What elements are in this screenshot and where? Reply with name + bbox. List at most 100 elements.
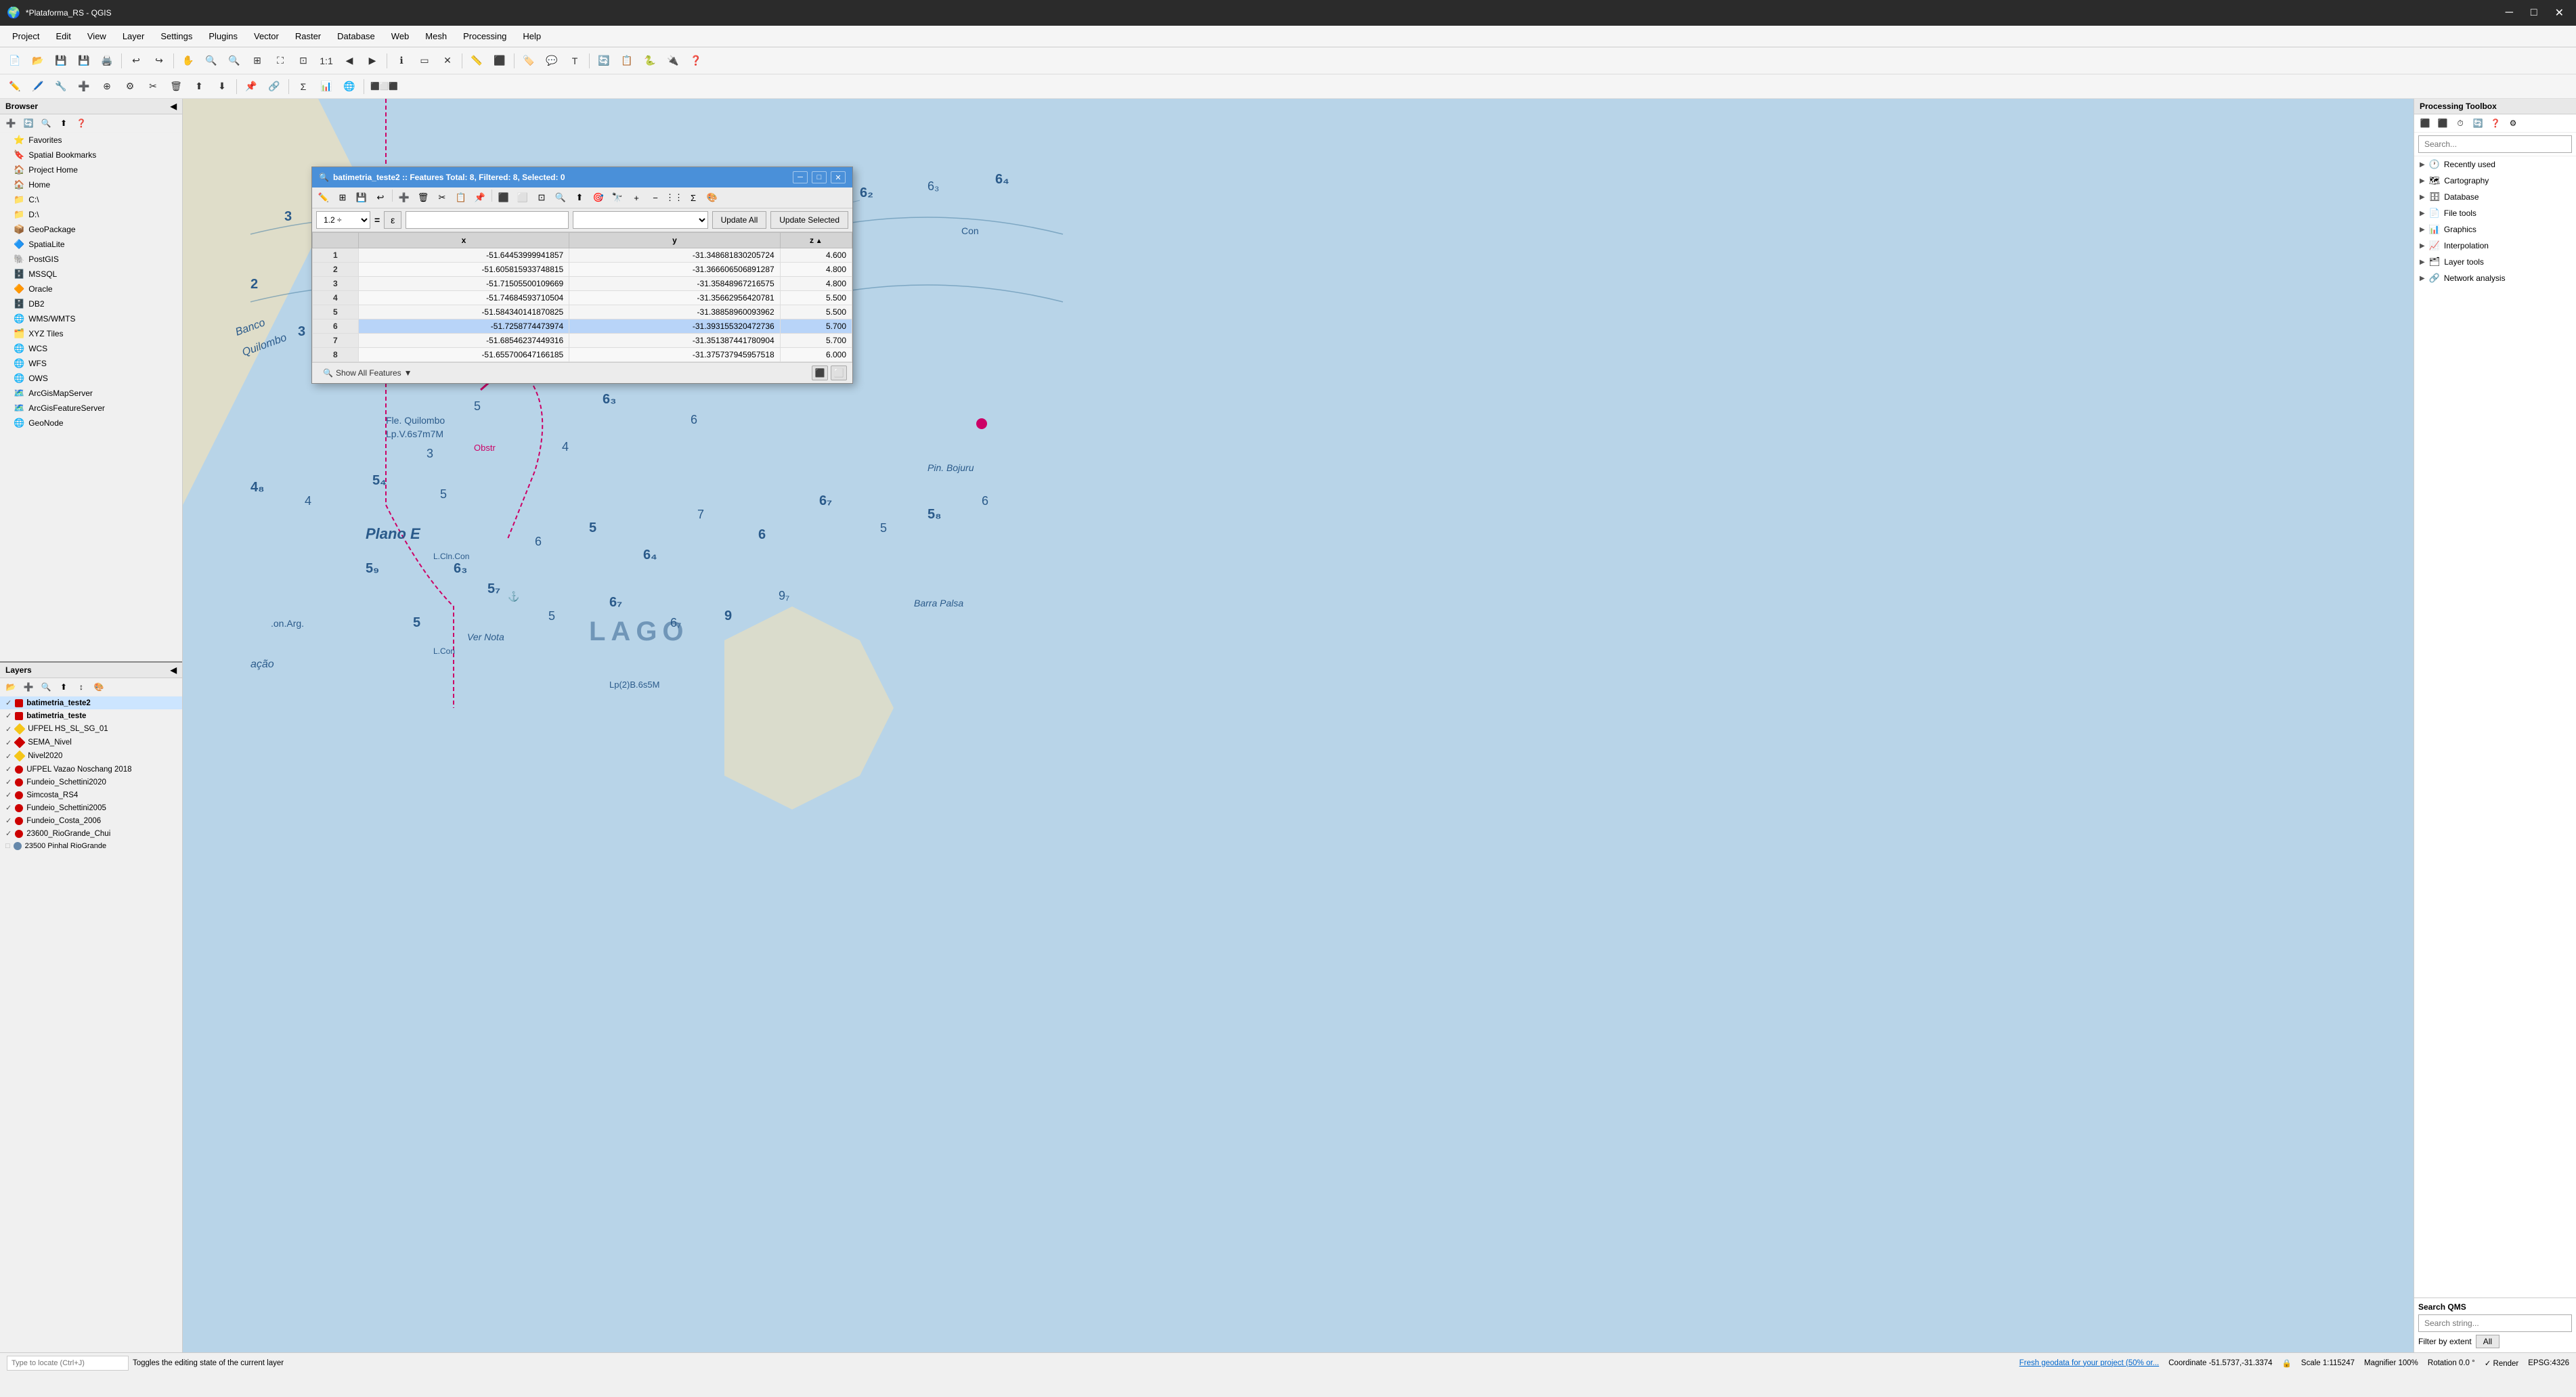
pan-to-feature-button[interactable]: 🎯 bbox=[590, 190, 607, 206]
col-y[interactable]: y bbox=[569, 233, 780, 248]
dialog-maximize-button[interactable]: □ bbox=[812, 171, 827, 183]
save-edits-button[interactable]: 💾 bbox=[353, 190, 370, 206]
table-row-selected[interactable]: 6 -51.7258774473974 -31.393155320472736 … bbox=[313, 319, 852, 334]
browser-item-arcgis-feature[interactable]: 🗺️ArcGisFeatureServer bbox=[0, 401, 182, 416]
layer-item-fundeio2005[interactable]: ✓ Fundeio_Schettini2005 bbox=[0, 801, 182, 814]
browser-item-mssql[interactable]: 🗄️MSSQL bbox=[0, 267, 182, 282]
menu-help[interactable]: Help bbox=[516, 28, 548, 44]
layer-item-fundeio2020[interactable]: ✓ Fundeio_Schettini2020 bbox=[0, 776, 182, 789]
table-row[interactable]: 2 -51.605815933748815 -31.36660650689128… bbox=[313, 263, 852, 277]
open-field-calc-btn[interactable]: Σ bbox=[684, 190, 702, 206]
browser-item-geonode[interactable]: 🌐GeoNode bbox=[0, 416, 182, 430]
dialog-close-button[interactable]: ✕ bbox=[831, 171, 846, 183]
browser-filter-btn[interactable]: 🔍 bbox=[38, 116, 54, 131]
menu-web[interactable]: Web bbox=[385, 28, 416, 44]
select-by-rect-button[interactable]: ▭ bbox=[414, 51, 435, 71]
digitize-btn-10[interactable]: ⬇ bbox=[211, 76, 233, 97]
layers-filter-btn[interactable]: 🔍 bbox=[38, 680, 54, 694]
zoom-native-button[interactable]: 1:1 bbox=[315, 51, 337, 71]
fresh-geodata-link[interactable]: Fresh geodata for your project (50% or..… bbox=[2020, 1359, 2159, 1367]
layer-item-riograndechui[interactable]: ✓ 23600_RioGrande_Chui bbox=[0, 827, 182, 840]
multi-edit-button[interactable]: ⊞ bbox=[334, 190, 351, 206]
add-feature-button[interactable]: ➕ bbox=[395, 190, 413, 206]
browser-add-btn[interactable]: ➕ bbox=[3, 116, 19, 131]
update-selected-button[interactable]: Update Selected bbox=[770, 211, 848, 229]
layer-item-simcosta[interactable]: ✓ Simcosta_RS4 bbox=[0, 789, 182, 801]
proc-green-btn[interactable]: ⬛ bbox=[2435, 116, 2451, 131]
table-row[interactable]: 1 -51.64453999941857 -31.348681830205724… bbox=[313, 248, 852, 263]
layers-collapse-btn2[interactable]: ⬆ bbox=[56, 680, 72, 694]
paste-features-button[interactable]: 📌 bbox=[471, 190, 489, 206]
layer-item-ufpel[interactable]: ✓ UFPEL HS_SL_SG_01 bbox=[0, 722, 182, 736]
layers-style-btn[interactable]: 🎨 bbox=[91, 680, 107, 694]
menu-plugins[interactable]: Plugins bbox=[202, 28, 244, 44]
stat-btn[interactable]: 📊 bbox=[315, 76, 337, 97]
qms-search-input[interactable] bbox=[2418, 1314, 2572, 1332]
browser-item-postgis[interactable]: 🐘PostGIS bbox=[0, 252, 182, 267]
menu-vector[interactable]: Vector bbox=[247, 28, 286, 44]
dock-button[interactable]: ⬛ bbox=[812, 365, 828, 380]
browser-item-wms[interactable]: 🌐WMS/WMTS bbox=[0, 311, 182, 326]
log-messages-button[interactable]: 📋 bbox=[616, 51, 638, 71]
show-all-features-button[interactable]: 🔍 Show All Features ▼ bbox=[318, 366, 418, 380]
update-all-button[interactable]: Update All bbox=[712, 211, 767, 229]
table-row[interactable]: 3 -51.71505500109669 -31.35848967216575 … bbox=[313, 277, 852, 291]
locate-input[interactable] bbox=[7, 1356, 129, 1371]
annotation-button[interactable]: 💬 bbox=[541, 51, 563, 71]
menu-layer[interactable]: Layer bbox=[116, 28, 152, 44]
trace-btn[interactable]: 🔗 bbox=[263, 76, 285, 97]
proc-settings-btn[interactable]: ⚙ bbox=[2505, 116, 2521, 131]
field-selector[interactable]: 1.2 ÷ bbox=[316, 211, 370, 229]
layer-item-batimetria-teste[interactable]: ✓ batimetria_teste bbox=[0, 709, 182, 722]
digitize-btn-4[interactable]: ➕ bbox=[73, 76, 95, 97]
label-tool-button[interactable]: 🏷️ bbox=[518, 51, 540, 71]
layer-item-fundeio-costa[interactable]: ✓ Fundeio_Costa_2006 bbox=[0, 814, 182, 827]
proc-item-graphics[interactable]: ▶ 📊 Graphics bbox=[2414, 221, 2576, 238]
render-checkbox[interactable]: ✓ Render bbox=[2485, 1358, 2519, 1368]
undo-button[interactable]: ↩ bbox=[125, 51, 147, 71]
browser-item-spatial-bookmarks[interactable]: 🔖Spatial Bookmarks bbox=[0, 148, 182, 162]
layers-open-btn[interactable]: 📂 bbox=[3, 680, 19, 694]
layers-sort-btn[interactable]: ↕ bbox=[73, 680, 89, 694]
menu-view[interactable]: View bbox=[81, 28, 113, 44]
menu-mesh[interactable]: Mesh bbox=[418, 28, 454, 44]
digitize-btn-8[interactable]: 🗑 bbox=[165, 76, 187, 97]
col-id[interactable] bbox=[313, 233, 359, 248]
browser-item-arcgis-map[interactable]: 🗺️ArcGisMapServer bbox=[0, 386, 182, 401]
browser-item-c[interactable]: 📁C:\ bbox=[0, 192, 182, 207]
table-row[interactable]: 5 -51.584340141870825 -31.38858960093962… bbox=[313, 305, 852, 319]
organize-columns-btn[interactable]: ⋮⋮ bbox=[665, 190, 683, 206]
zoom-next-button[interactable]: ▶ bbox=[362, 51, 383, 71]
browser-item-wfs[interactable]: 🌐WFS bbox=[0, 356, 182, 371]
toggle-edit-button[interactable]: ✏️ bbox=[315, 190, 332, 206]
epsg-display[interactable]: EPSG:4326 bbox=[2528, 1359, 2569, 1367]
layers-add-btn[interactable]: ➕ bbox=[20, 680, 37, 694]
filter-all-button[interactable]: All bbox=[2476, 1335, 2499, 1348]
invert-selection-button[interactable]: ⬜ bbox=[514, 190, 531, 206]
menu-raster[interactable]: Raster bbox=[288, 28, 328, 44]
browser-item-ows[interactable]: 🌐OWS bbox=[0, 371, 182, 386]
deselect-all-button[interactable]: ✕ bbox=[437, 51, 458, 71]
col-x[interactable]: x bbox=[358, 233, 569, 248]
snap-btn[interactable]: 📌 bbox=[240, 76, 262, 97]
dialog-minimize-button[interactable]: ─ bbox=[793, 171, 808, 183]
browser-item-oracle[interactable]: 🔶Oracle bbox=[0, 282, 182, 296]
col-z[interactable]: z bbox=[780, 233, 852, 248]
field-calc-btn[interactable]: Σ bbox=[292, 76, 314, 97]
undock-button[interactable]: ⬜ bbox=[831, 365, 847, 380]
deselect-all-table-button[interactable]: ⊡ bbox=[533, 190, 550, 206]
refresh-button[interactable]: 🔄 bbox=[593, 51, 615, 71]
browser-item-geopackage[interactable]: 📦GeoPackage bbox=[0, 222, 182, 237]
browser-collapse-btn[interactable]: ⬆ bbox=[56, 116, 72, 131]
browser-item-spatialite[interactable]: 🔷SpatiaLite bbox=[0, 237, 182, 252]
close-button[interactable]: ✕ bbox=[2550, 5, 2569, 21]
proc-item-layer-tools[interactable]: ▶ 🗂 Layer tools bbox=[2414, 254, 2576, 270]
measure-line-button[interactable]: 📏 bbox=[466, 51, 487, 71]
help-button[interactable]: ❓ bbox=[685, 51, 707, 71]
python-console-button[interactable]: 🐍 bbox=[639, 51, 661, 71]
cut-features-button[interactable]: ✂ bbox=[433, 190, 451, 206]
table-row[interactable]: 8 -51.655700647166185 -31.37573794595751… bbox=[313, 348, 852, 362]
open-project-button[interactable]: 📂 bbox=[27, 51, 49, 71]
menu-settings[interactable]: Settings bbox=[154, 28, 199, 44]
menu-edit[interactable]: Edit bbox=[49, 28, 77, 44]
